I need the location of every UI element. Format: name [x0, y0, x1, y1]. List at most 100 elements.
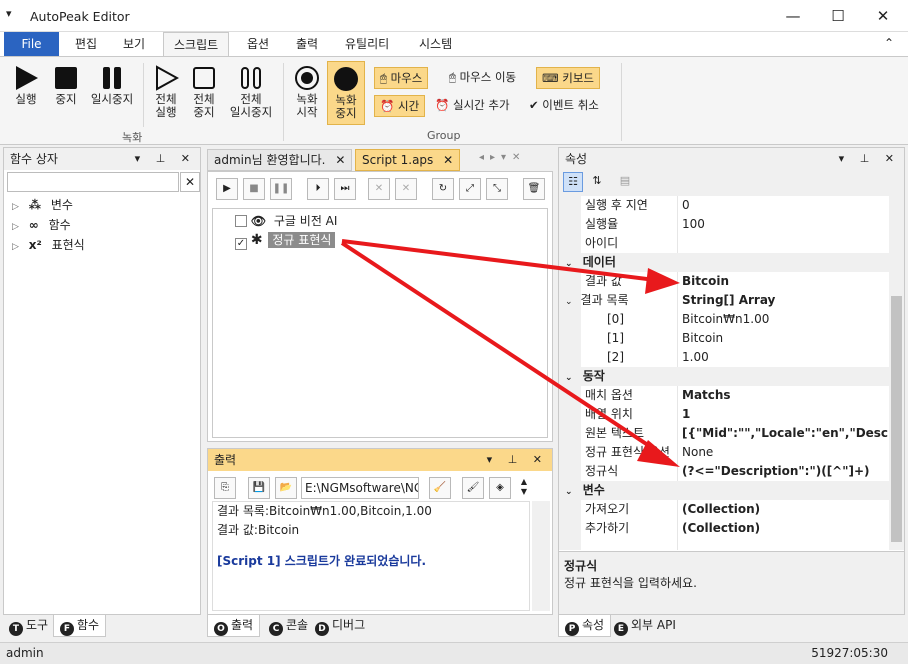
tab-output[interactable]: 출력 — [286, 32, 328, 56]
tab-utility[interactable]: 유틸리티 — [335, 32, 399, 56]
step-over-tool-icon[interactable]: ⏭ — [334, 178, 356, 200]
delete-tool-icon[interactable]: ✕ — [395, 178, 417, 200]
tree-item-functions[interactable]: ▷ ∞ 함수 — [12, 215, 71, 235]
section-variables[interactable]: ⌄ 변수 — [559, 481, 889, 500]
collapse-icon[interactable]: ⌄ — [565, 373, 573, 383]
script-item-regex[interactable]: ✓ ✱ 정규 표현식 — [235, 230, 336, 250]
prop-row[interactable]: 추가하기 (Collection) — [585, 519, 885, 538]
collapse-icon[interactable]: ⌄ — [565, 259, 573, 269]
disable-tool-icon[interactable]: ✕ — [368, 178, 390, 200]
tree-item-variables[interactable]: ▷ ⁂ 변수 — [12, 195, 73, 215]
script-item-google-vision[interactable]: 👁 구글 비전 AI — [235, 211, 337, 231]
clear-search-icon[interactable]: ✕ — [180, 172, 200, 192]
pause-all-button[interactable]: 전체 일시중지 — [225, 65, 277, 119]
keyboard-toggle[interactable]: ⌨ 키보드 — [536, 67, 601, 89]
collapse-tool-icon[interactable]: ⤡ — [486, 178, 508, 200]
categorized-icon[interactable]: ☷ — [563, 172, 583, 192]
prop-row-list-item[interactable]: [1] Bitcoin — [607, 329, 887, 348]
prop-row-list-item[interactable]: [0] Bitcoin₩n1.00 — [607, 310, 887, 329]
spin-icon[interactable]: ▲ ▼ — [516, 477, 532, 499]
file-menu[interactable]: File — [4, 32, 59, 56]
sort-az-icon[interactable]: ⇅ — [587, 172, 607, 192]
prop-row-list-item[interactable]: [2] 1.00 — [607, 348, 887, 367]
prop-row-result-list[interactable]: ⌄ 결과 목록 String[] Array — [565, 291, 885, 310]
tree-item-expressions[interactable]: ▷ x² 표현식 — [12, 235, 85, 255]
minimize-button[interactable]: — — [770, 0, 816, 32]
pause-button[interactable]: 일시중지 — [86, 65, 138, 106]
close-button[interactable]: ✕ — [860, 0, 906, 32]
tab-script-1[interactable]: Script 1.aps ✕ — [355, 149, 461, 171]
collapse-icon[interactable]: ⌄ — [565, 487, 573, 497]
section-action[interactable]: ⌄ 동작 — [559, 367, 889, 386]
tab-properties[interactable]: P 속성 — [558, 615, 612, 637]
output-scrollbar[interactable] — [532, 501, 550, 611]
record-start-button[interactable]: 녹화 시작 — [289, 65, 325, 119]
pause-tool-icon[interactable]: ❚❚ — [270, 178, 292, 200]
tab-functions[interactable]: F 함수 — [53, 615, 107, 637]
tab-view[interactable]: 보기 — [113, 32, 155, 56]
panel-controls-icon[interactable]: ▾ ⊥ ✕ — [487, 449, 548, 471]
expand-tool-icon[interactable]: ⤢ — [459, 178, 481, 200]
run-all-button[interactable]: 전체 실행 — [148, 65, 184, 119]
run-tool-icon[interactable]: ▶ — [216, 178, 238, 200]
step-tool-icon[interactable]: ⏵ — [307, 178, 329, 200]
panel-controls-icon[interactable]: ▾ ⊥ ✕ — [135, 148, 196, 170]
prop-row[interactable]: 실행율 100 — [585, 215, 885, 234]
tab-edit[interactable]: 편집 — [65, 32, 107, 56]
refresh-tool-icon[interactable]: ↻ — [432, 178, 454, 200]
property-scrollbar[interactable] — [889, 196, 904, 550]
stop-all-button[interactable]: 전체 중지 — [186, 65, 222, 119]
prop-row[interactable]: 실행 후 지연 0 — [585, 196, 885, 215]
prop-row[interactable]: 원본 텍스트[{"Mid":"","Locale":"en","Descript… — [585, 424, 889, 443]
collapse-icon[interactable]: ⌄ — [565, 297, 573, 307]
tab-script[interactable]: 스크립트 — [163, 32, 230, 57]
mouse-toggle[interactable]: 🖱 마우스 — [374, 67, 429, 89]
save-icon[interactable]: 💾 — [248, 477, 270, 499]
fill-color-icon[interactable]: ◈ — [489, 477, 511, 499]
tab-options[interactable]: 옵션 — [237, 32, 279, 56]
prop-row[interactable]: 가져오기 (Collection) — [585, 500, 885, 519]
item-checkbox[interactable] — [235, 215, 247, 227]
prop-row[interactable]: 배열 위치 1 — [585, 405, 885, 424]
close-tab-icon[interactable]: ✕ — [335, 153, 345, 167]
tab-nav-icon[interactable]: ◂▸▾✕ — [479, 152, 526, 163]
expand-icon[interactable]: ▷ — [12, 202, 19, 212]
stop-button[interactable]: 중지 — [48, 65, 84, 106]
tab-console[interactable]: C 콘솔 — [263, 615, 314, 637]
add-realtime-button[interactable]: ⏰ 실시간 추가 — [430, 95, 515, 117]
tab-output-pane[interactable]: O 출력 — [207, 615, 261, 637]
tab-external-api[interactable]: E 외부 API — [608, 615, 682, 637]
run-button[interactable]: 실행 — [8, 65, 44, 106]
cancel-event-button[interactable]: ✔ 이벤트 취소 — [524, 95, 604, 117]
expand-icon[interactable]: ▷ — [12, 242, 19, 252]
maximize-button[interactable]: ☐ — [815, 0, 861, 32]
function-search-input[interactable] — [7, 172, 179, 192]
tab-debug[interactable]: D 디버그 — [309, 615, 371, 637]
stop-tool-icon[interactable]: ■ — [243, 178, 265, 200]
record-stop-button[interactable]: 녹화 중지 — [327, 61, 365, 125]
time-toggle[interactable]: ⏰ 시간 — [374, 95, 426, 117]
panel-controls-icon[interactable]: ▾ ⊥ ✕ — [839, 148, 900, 170]
system-menu-icon[interactable]: ▾ — [6, 7, 12, 20]
brush-icon[interactable]: 🖌 — [462, 477, 484, 499]
prop-row[interactable]: 정규 표현식 옵션 None — [585, 443, 885, 462]
tab-system[interactable]: 시스템 — [409, 32, 462, 56]
clear-output-icon[interactable]: 🧹 — [429, 477, 451, 499]
collapse-ribbon-icon[interactable]: ⌃ — [884, 36, 894, 50]
tab-tools[interactable]: T 도구 — [3, 615, 54, 637]
property-pages-icon[interactable]: ▤ — [615, 172, 635, 192]
tab-welcome[interactable]: admin님 환영합니다. ✕ — [207, 149, 353, 171]
prop-row[interactable]: 매치 옵션 Matchs — [585, 386, 885, 405]
section-data[interactable]: ⌄ 데이터 — [559, 253, 889, 272]
mouse-move-toggle[interactable]: 🖱 마우스 이동 — [444, 67, 521, 89]
prop-row[interactable]: 아이디 — [585, 234, 885, 253]
item-checkbox-checked[interactable]: ✓ — [235, 238, 247, 250]
close-tab-icon[interactable]: ✕ — [443, 153, 453, 167]
trash-tool-icon[interactable]: 🗑 — [523, 178, 545, 200]
prop-row-result-value[interactable]: 결과 값 Bitcoin — [585, 272, 885, 291]
scrollbar-thumb[interactable] — [891, 296, 902, 542]
open-folder-icon[interactable]: 📂 — [275, 477, 297, 499]
new-file-icon[interactable]: ⎘ — [214, 477, 236, 499]
prop-row-regex[interactable]: 정규식 (?<="Description":")([^"]+) — [585, 462, 889, 481]
output-path-field[interactable]: E:\NGMsoftware\NG — [301, 477, 419, 499]
